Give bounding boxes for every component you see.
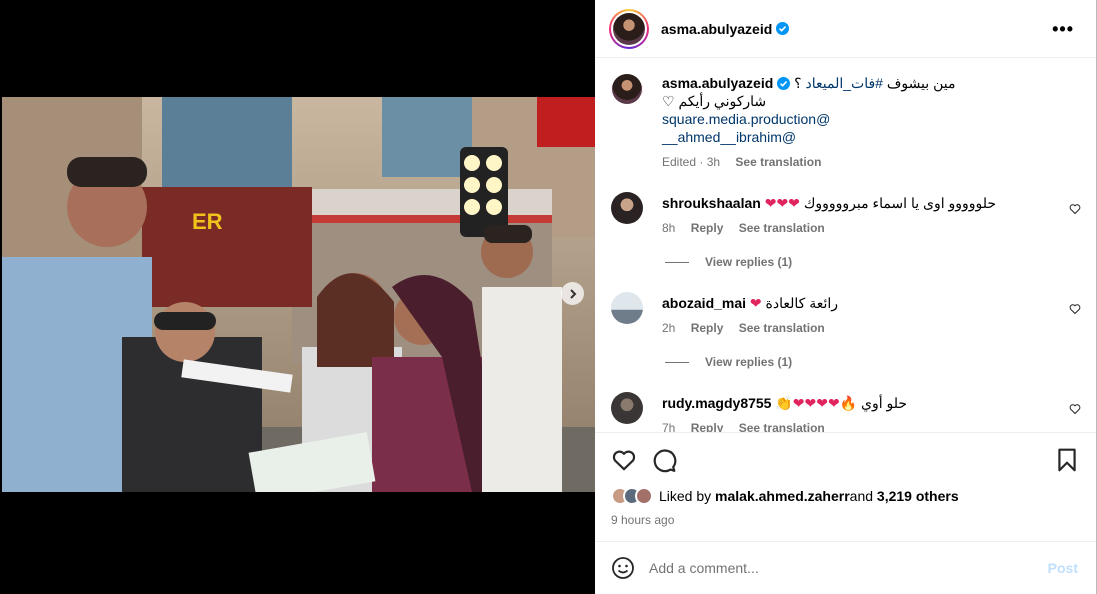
comment-meta: 8h Reply See translation (662, 221, 825, 235)
comment-input[interactable] (649, 560, 1029, 576)
next-image-button[interactable] (561, 282, 584, 305)
see-translation-link[interactable]: See translation (739, 421, 825, 432)
caption-line-1: مين بيشوف #فات_الميعاد ؟ (794, 75, 956, 91)
post-dialog: ER asma.abulyazeid ••• asma.abulyazeid م… (0, 0, 1097, 594)
commenter-avatar[interactable] (611, 192, 643, 224)
post-photo[interactable]: ER (2, 97, 595, 492)
mention-ahmed-ibrahim[interactable]: __ahmed__ibrahim@ (662, 129, 796, 145)
add-comment-bar: Post (595, 541, 1096, 594)
commenter-avatar[interactable] (611, 392, 643, 424)
verified-badge-icon (776, 22, 790, 35)
view-replies-button[interactable]: View replies (1) (665, 255, 792, 269)
commenter-username[interactable]: shroukshaalan (662, 195, 761, 211)
comment-meta: 7h Reply See translation (662, 421, 837, 432)
liker-avatars (611, 487, 653, 505)
hashtag-link[interactable]: #فات_الميعاد (806, 75, 883, 91)
reply-button[interactable]: Reply (691, 421, 724, 432)
commenter-username[interactable]: abozaid_mai (662, 295, 746, 311)
edited-label: Edited · 3h (662, 155, 721, 169)
caption-line-2: شاركوني رأيكم ♡ (662, 93, 767, 109)
view-replies-button[interactable]: View replies (1) (665, 355, 792, 369)
like-comment-heart-icon[interactable] (1069, 203, 1081, 215)
verified-badge-icon (777, 77, 791, 90)
caption-text: asma.abulyazeid مين بيشوف #فات_الميعاد ؟… (662, 74, 1062, 146)
caption-username[interactable]: asma.abulyazeid (662, 75, 773, 91)
svg-text:ER: ER (192, 209, 223, 234)
comment-text: rudy.magdy8755 👏❤❤❤❤🔥 حلو أوي (662, 395, 908, 411)
post-actions: Liked by malak.ahmed.zaherr and 3,219 ot… (595, 432, 1096, 542)
commenter-avatar[interactable] (611, 292, 643, 324)
commenter-username[interactable]: rudy.magdy8755 (662, 395, 771, 411)
comment-text: shroukshaalan ❤❤❤ حلووووو اوى يا اسماء م… (662, 195, 997, 211)
caption-avatar[interactable] (611, 72, 643, 106)
caption: asma.abulyazeid مين بيشوف #فات_الميعاد ؟… (611, 72, 1081, 183)
comment-item: rudy.magdy8755 👏❤❤❤❤🔥 حلو أوي 7h Reply S… (611, 392, 1081, 432)
post-media: ER (0, 0, 595, 594)
reply-button[interactable]: Reply (691, 321, 724, 335)
post-header: asma.abulyazeid ••• (595, 0, 1096, 58)
comment-bubble-icon[interactable] (651, 447, 677, 473)
mention-square-media[interactable]: square.media.production@ (662, 111, 830, 127)
see-translation-link[interactable]: See translation (735, 155, 821, 169)
like-comment-heart-icon[interactable] (1069, 303, 1081, 315)
post-side-panel: asma.abulyazeid ••• asma.abulyazeid مين … (595, 0, 1097, 594)
likes-count-link[interactable]: 3,219 others (877, 488, 959, 504)
comment-text: abozaid_mai ❤ رائعة كالعادة (662, 295, 839, 311)
author-username[interactable]: asma.abulyazeid (661, 21, 772, 37)
chevron-right-icon (569, 288, 576, 299)
comment-item: shroukshaalan ❤❤❤ حلووووو اوى يا اسماء م… (611, 192, 1081, 272)
more-options-icon[interactable]: ••• (1052, 19, 1074, 40)
see-translation-link[interactable]: See translation (739, 321, 825, 335)
caption-meta: Edited · 3h See translation (662, 155, 833, 169)
liker-username[interactable]: malak.ahmed.zaherr (715, 488, 850, 504)
liker-avatar[interactable] (635, 487, 653, 505)
likes-summary: Liked by malak.ahmed.zaherr and 3,219 ot… (611, 487, 959, 505)
post-comment-button[interactable]: Post (1048, 560, 1078, 576)
author-avatar[interactable] (609, 8, 649, 49)
emoji-picker-icon[interactable] (611, 556, 635, 580)
comments-list: asma.abulyazeid مين بيشوف #فات_الميعاد ؟… (595, 59, 1096, 432)
like-heart-icon[interactable] (611, 447, 637, 473)
street-scene-image: ER (2, 97, 595, 492)
comment-item: abozaid_mai ❤ رائعة كالعادة 2h Reply See… (611, 292, 1081, 372)
reply-button[interactable]: Reply (691, 221, 724, 235)
post-timestamp: 9 hours ago (611, 513, 675, 527)
comment-meta: 2h Reply See translation (662, 321, 825, 335)
see-translation-link[interactable]: See translation (739, 221, 825, 235)
save-bookmark-icon[interactable] (1054, 447, 1080, 473)
like-comment-heart-icon[interactable] (1069, 403, 1081, 415)
